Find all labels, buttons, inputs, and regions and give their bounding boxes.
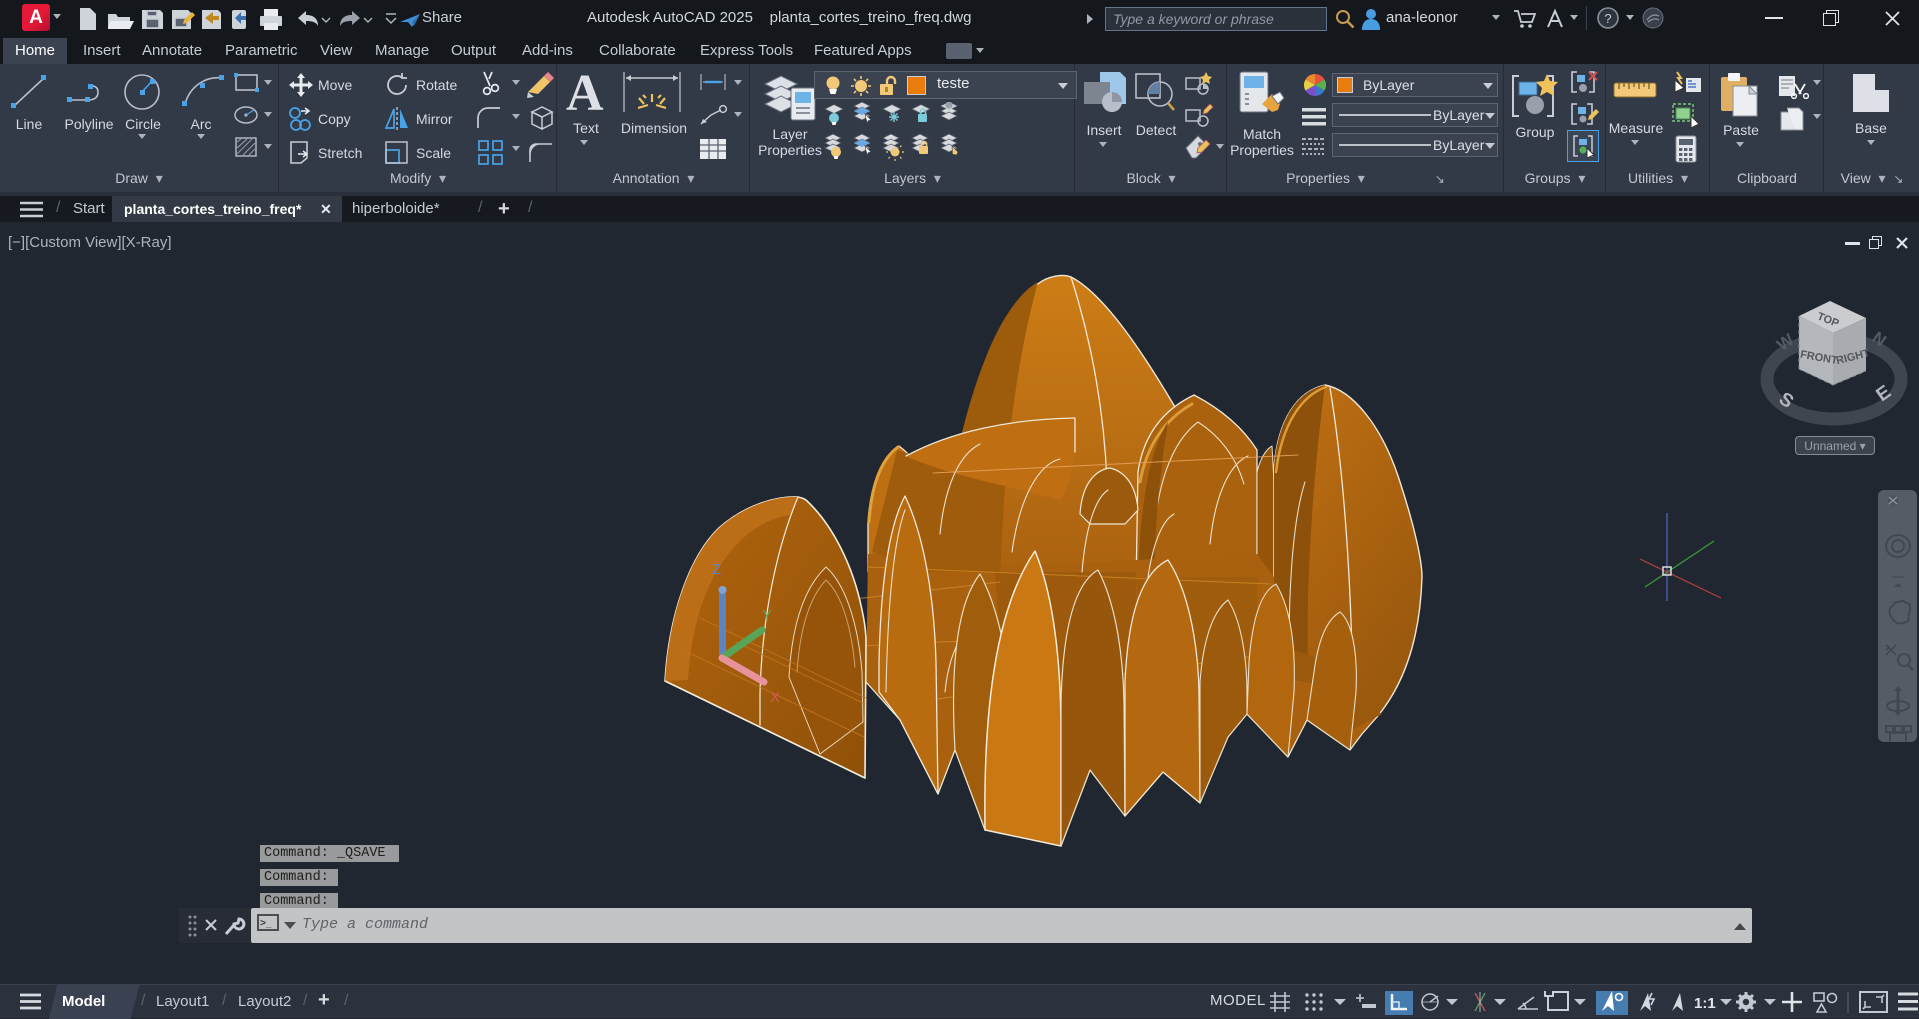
svg-text:?: ? <box>1604 11 1611 26</box>
svg-text:1:1: 1:1 <box>1694 995 1716 1012</box>
svg-text:Y: Y <box>762 607 772 624</box>
svg-text:Z: Z <box>712 561 721 578</box>
svg-text:X: X <box>770 689 780 706</box>
